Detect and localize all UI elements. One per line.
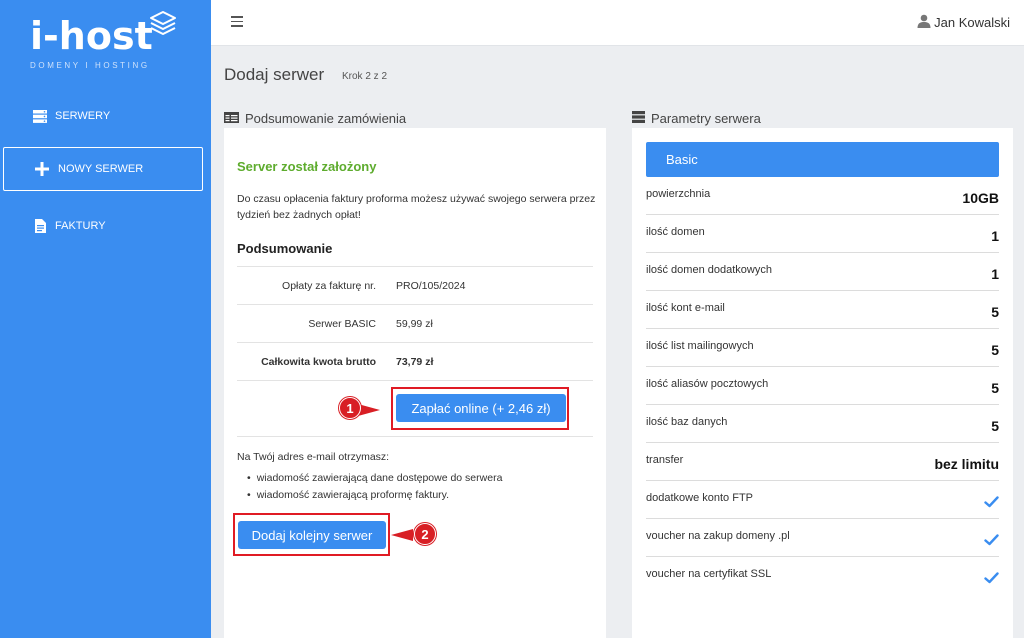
callout-arrow-icon (391, 529, 413, 541)
order-summary-panel: Server został założony Do czasu opłaceni… (224, 128, 606, 638)
summary-value: 73,79 zł (396, 356, 434, 368)
server-params-heading: Parametry serwera (632, 111, 761, 126)
spec-value: 5 (991, 342, 999, 358)
spec-name: ilość list mailingowych (646, 340, 754, 352)
check-icon (984, 572, 999, 584)
spec-name: voucher na certyfikat SSL (646, 568, 772, 580)
spec-name: voucher na zakup domeny .pl (646, 530, 790, 542)
plus-icon (34, 161, 50, 177)
spec-row: ilość kont e-mail 5 (646, 291, 999, 329)
section-title: Parametry serwera (651, 111, 761, 126)
check-icon (984, 534, 999, 546)
logo[interactable]: i-host DOMENY I HOSTING (0, 0, 211, 80)
server-icon (632, 111, 645, 126)
sidebar-item-label: FAKTURY (55, 220, 106, 232)
success-description: Do czasu opłacenia faktury proforma może… (237, 193, 596, 221)
spec-row: ilość list mailingowych 5 (646, 329, 999, 367)
spec-name: dodatkowe konto FTP (646, 492, 754, 504)
spec-value: 5 (991, 418, 999, 434)
check-icon (984, 496, 999, 508)
server-params-panel: Basic powierzchnia 10GB ilość domen 1 il… (632, 128, 1013, 638)
spec-row: transfer bez limitu (646, 443, 999, 481)
menu-icon[interactable] (231, 16, 243, 27)
success-title: Server został założony (237, 159, 377, 174)
summary-value: 59,99 zł (396, 318, 433, 330)
panel-icon (224, 111, 239, 126)
summary-row-total: Całkowita kwota brutto 73,79 zł (237, 342, 593, 380)
logo-tagline: DOMENY I HOSTING (30, 61, 150, 70)
document-icon (32, 218, 48, 234)
spec-row: ilość domen dodatkowych 1 (646, 253, 999, 291)
spec-row: voucher na zakup domeny .pl (646, 519, 999, 557)
spec-value: 10GB (962, 190, 999, 206)
user-icon (917, 14, 931, 31)
spec-value: 1 (991, 266, 999, 282)
spec-name: ilość domen dodatkowych (646, 264, 772, 276)
spec-value: 1 (991, 228, 999, 244)
list-item: wiadomość zawierającą proformę faktury. (247, 487, 502, 504)
plan-name: Basic (646, 142, 999, 177)
spec-row: dodatkowe konto FTP (646, 481, 999, 519)
callout-arrow-icon (358, 404, 380, 416)
summary-row: Serwer BASIC 59,99 zł (237, 304, 593, 342)
summary-label: Opłaty za fakturę nr. (282, 280, 376, 292)
summary-label: Serwer BASIC (308, 318, 376, 330)
server-icon (32, 108, 48, 124)
user-menu[interactable]: Jan Kowalski (917, 14, 1010, 31)
callout-badge: 1 (339, 397, 361, 419)
top-bar: Jan Kowalski (211, 0, 1024, 46)
order-summary-heading: Podsumowanie zamówienia (224, 111, 406, 126)
spec-row: ilość aliasów pocztowych 5 (646, 367, 999, 405)
sidebar-item-invoices[interactable]: FAKTURY (0, 206, 211, 246)
pay-online-button[interactable]: Zapłać online (+ 2,46 zł) (396, 394, 566, 422)
sidebar-item-servers[interactable]: SERWERY (0, 96, 211, 136)
sidebar-item-new-server[interactable]: NOWY SERWER (3, 147, 203, 191)
page-step: Krok 2 z 2 (342, 71, 388, 82)
email-intro: Na Twój adres e-mail otrzymasz: (237, 451, 390, 463)
sidebar: i-host DOMENY I HOSTING SERWERY NOWY SER… (0, 0, 211, 638)
layers-icon (150, 11, 176, 35)
sidebar-item-label: SERWERY (55, 110, 111, 122)
summary-row: Opłaty za fakturę nr. PRO/105/2024 (237, 266, 593, 304)
user-name: Jan Kowalski (934, 15, 1010, 30)
divider (237, 436, 593, 437)
section-title: Podsumowanie zamówienia (245, 111, 407, 126)
list-item: wiadomość zawierającą dane dostępowe do … (247, 470, 503, 487)
spec-row: ilość baz danych 5 (646, 405, 999, 443)
spec-value: 5 (991, 304, 999, 320)
spec-value: 5 (991, 380, 999, 396)
summary-title: Podsumowanie (237, 241, 333, 256)
logo-text: i-host (30, 14, 153, 58)
summary-label: Całkowita kwota brutto (261, 356, 376, 368)
spec-name: ilość baz danych (646, 416, 728, 428)
spec-name: ilość aliasów pocztowych (646, 378, 769, 390)
email-list: wiadomość zawierającą dane dostępowe do … (247, 470, 503, 504)
spec-row: voucher na certyfikat SSL (646, 557, 999, 595)
sidebar-item-label: NOWY SERWER (58, 163, 144, 175)
spec-value: bez limitu (934, 456, 999, 472)
spec-name: ilość domen (646, 226, 705, 238)
add-server-button[interactable]: Dodaj kolejny serwer (238, 521, 386, 549)
spec-name: powierzchnia (646, 188, 711, 200)
spec-row: powierzchnia 10GB (646, 177, 999, 215)
summary-value: PRO/105/2024 (396, 280, 466, 292)
spec-row: ilość domen 1 (646, 215, 999, 253)
spec-name: ilość kont e-mail (646, 302, 725, 314)
callout-badge: 2 (414, 523, 436, 545)
spec-name: transfer (646, 454, 684, 466)
page-title: Dodaj serwer (224, 65, 325, 84)
